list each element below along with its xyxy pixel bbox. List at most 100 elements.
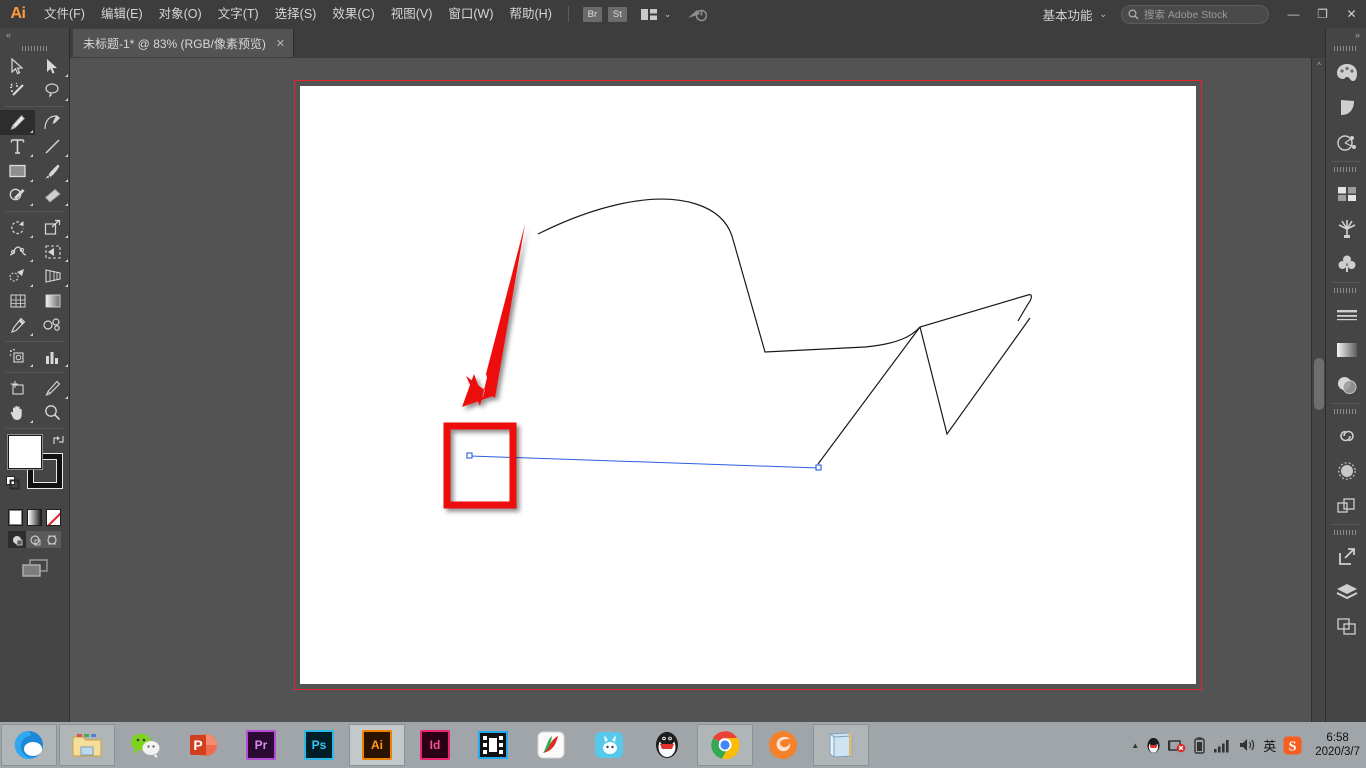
transparency-panel-icon[interactable]	[1326, 367, 1366, 402]
dock-grip[interactable]	[1326, 163, 1366, 176]
taskbar-powerpoint[interactable]: P	[175, 724, 231, 766]
color-mode-gradient[interactable]	[27, 509, 42, 526]
gradient-tool[interactable]	[35, 289, 70, 314]
menu-type[interactable]: 文字(T)	[210, 0, 267, 28]
menu-edit[interactable]: 编辑(E)	[93, 0, 151, 28]
document-tab-close-icon[interactable]: ✕	[276, 37, 285, 50]
mesh-tool[interactable]	[0, 289, 35, 314]
vertical-scroll-thumb[interactable]	[1314, 358, 1324, 410]
swatches-panel-icon[interactable]	[1326, 176, 1366, 211]
vertical-scrollbar[interactable]: ^	[1311, 58, 1325, 722]
restore-button[interactable]: ❐	[1308, 0, 1337, 28]
tray-volume-icon[interactable]	[1238, 737, 1256, 753]
zoom-tool[interactable]	[35, 401, 70, 426]
close-button[interactable]: ✕	[1337, 0, 1366, 28]
rocket-icon[interactable]	[687, 6, 708, 22]
dock-grip[interactable]	[1326, 42, 1366, 55]
dock-grip[interactable]	[1326, 284, 1366, 297]
arrange-documents-icon[interactable]	[640, 8, 657, 20]
shape-builder-tool[interactable]	[0, 264, 35, 289]
export-panel-icon[interactable]	[1326, 539, 1366, 574]
dock-grip[interactable]	[1326, 526, 1366, 539]
taskbar-clock[interactable]: 6:58 2020/3/7	[1309, 731, 1360, 759]
swap-fill-stroke-icon[interactable]	[52, 434, 65, 446]
default-fill-stroke-icon[interactable]	[6, 476, 20, 490]
taskbar-file-explorer[interactable]	[59, 724, 115, 766]
perspective-grid-tool[interactable]	[35, 264, 70, 289]
taskbar-browser-360[interactable]	[1, 724, 57, 766]
document-tab[interactable]: 未标题-1* @ 83% (RGB/像素预览) ✕	[73, 29, 295, 57]
menu-window[interactable]: 窗口(W)	[440, 0, 501, 28]
taskbar-video-editor[interactable]	[465, 724, 521, 766]
screen-mode-button[interactable]	[0, 558, 69, 578]
color-mode-solid[interactable]	[8, 509, 23, 526]
artboard[interactable]	[300, 86, 1196, 684]
color-guide-panel-icon[interactable]	[1326, 90, 1366, 125]
column-graph-tool[interactable]	[35, 345, 70, 370]
workspace-selector[interactable]: 基本功能	[1042, 5, 1092, 24]
workspace-chevron-down-icon[interactable]: ⌄	[1099, 9, 1107, 20]
artboards-panel-icon[interactable]	[1326, 609, 1366, 644]
taskbar-chrome[interactable]	[697, 724, 753, 766]
taskbar-notepad[interactable]	[813, 724, 869, 766]
taskbar-firefox[interactable]	[755, 724, 811, 766]
tray-qq-icon[interactable]	[1146, 737, 1161, 754]
creative-cloud-libraries-icon[interactable]	[1326, 418, 1366, 453]
draw-normal-mode[interactable]	[8, 531, 26, 548]
symbol-sprayer-tool[interactable]	[0, 345, 35, 370]
layers-panel-icon[interactable]	[1326, 574, 1366, 609]
color-panel-icon[interactable]	[1326, 55, 1366, 90]
toolbar-collapse-icon[interactable]: «	[0, 28, 69, 42]
paintbrush-tool[interactable]	[35, 159, 70, 184]
gradient-panel-icon[interactable]	[1326, 332, 1366, 367]
free-transform-tool[interactable]	[35, 240, 70, 265]
tray-ime-icon[interactable]: 英	[1263, 736, 1276, 755]
artboard-tool[interactable]	[0, 376, 35, 401]
type-tool[interactable]	[0, 135, 35, 160]
blend-tool[interactable]	[35, 313, 70, 338]
fill-swatch[interactable]	[8, 435, 42, 469]
taskbar-wechat[interactable]	[117, 724, 173, 766]
taskbar-premiere[interactable]: Pr	[233, 724, 289, 766]
rectangle-tool[interactable]	[0, 159, 35, 184]
bridge-button[interactable]: Br	[582, 6, 602, 22]
stock-search-input[interactable]: 搜索 Adobe Stock	[1121, 4, 1269, 24]
stroke-panel-icon[interactable]	[1326, 297, 1366, 332]
curvature-tool[interactable]	[35, 110, 70, 135]
menu-effect[interactable]: 效果(C)	[324, 0, 382, 28]
draw-behind-mode[interactable]	[25, 531, 44, 548]
menu-view[interactable]: 视图(V)	[383, 0, 441, 28]
direct-selection-tool[interactable]	[35, 54, 70, 79]
dock-collapse-icon[interactable]: »	[1326, 28, 1366, 42]
menu-help[interactable]: 帮助(H)	[502, 0, 560, 28]
canvas-area[interactable]	[70, 58, 1325, 722]
dock-grip[interactable]	[1326, 405, 1366, 418]
eyedropper-tool[interactable]	[0, 313, 35, 338]
tray-sogou-icon[interactable]: S	[1283, 736, 1302, 755]
scroll-up-icon[interactable]: ^	[1312, 58, 1326, 72]
recolor-artwork-icon[interactable]	[1326, 125, 1366, 160]
scale-tool[interactable]	[35, 215, 70, 240]
pen-tool[interactable]	[0, 110, 35, 135]
lasso-tool[interactable]	[35, 79, 70, 104]
taskbar-qq[interactable]	[639, 724, 695, 766]
draw-inside-mode[interactable]	[43, 531, 62, 548]
taskbar-indesign[interactable]: Id	[407, 724, 463, 766]
selection-tool[interactable]	[0, 54, 35, 79]
magic-wand-tool[interactable]	[0, 79, 35, 104]
width-tool[interactable]	[0, 240, 35, 265]
taskbar-rabbit-assistant[interactable]	[581, 724, 637, 766]
menu-select[interactable]: 选择(S)	[267, 0, 325, 28]
eraser-tool[interactable]	[35, 184, 70, 209]
tray-battery-icon[interactable]	[1193, 736, 1206, 754]
hand-tool[interactable]	[0, 401, 35, 426]
symbols-panel-icon[interactable]	[1326, 246, 1366, 281]
appearance-panel-icon[interactable]	[1326, 453, 1366, 488]
brushes-panel-icon[interactable]	[1326, 211, 1366, 246]
tray-network-error-icon[interactable]	[1168, 737, 1186, 753]
taskbar-pdf-reader[interactable]	[523, 724, 579, 766]
shaper-tool[interactable]	[0, 184, 35, 209]
rotate-tool[interactable]	[0, 215, 35, 240]
slice-tool[interactable]	[35, 376, 70, 401]
tray-signal-icon[interactable]	[1213, 738, 1231, 753]
